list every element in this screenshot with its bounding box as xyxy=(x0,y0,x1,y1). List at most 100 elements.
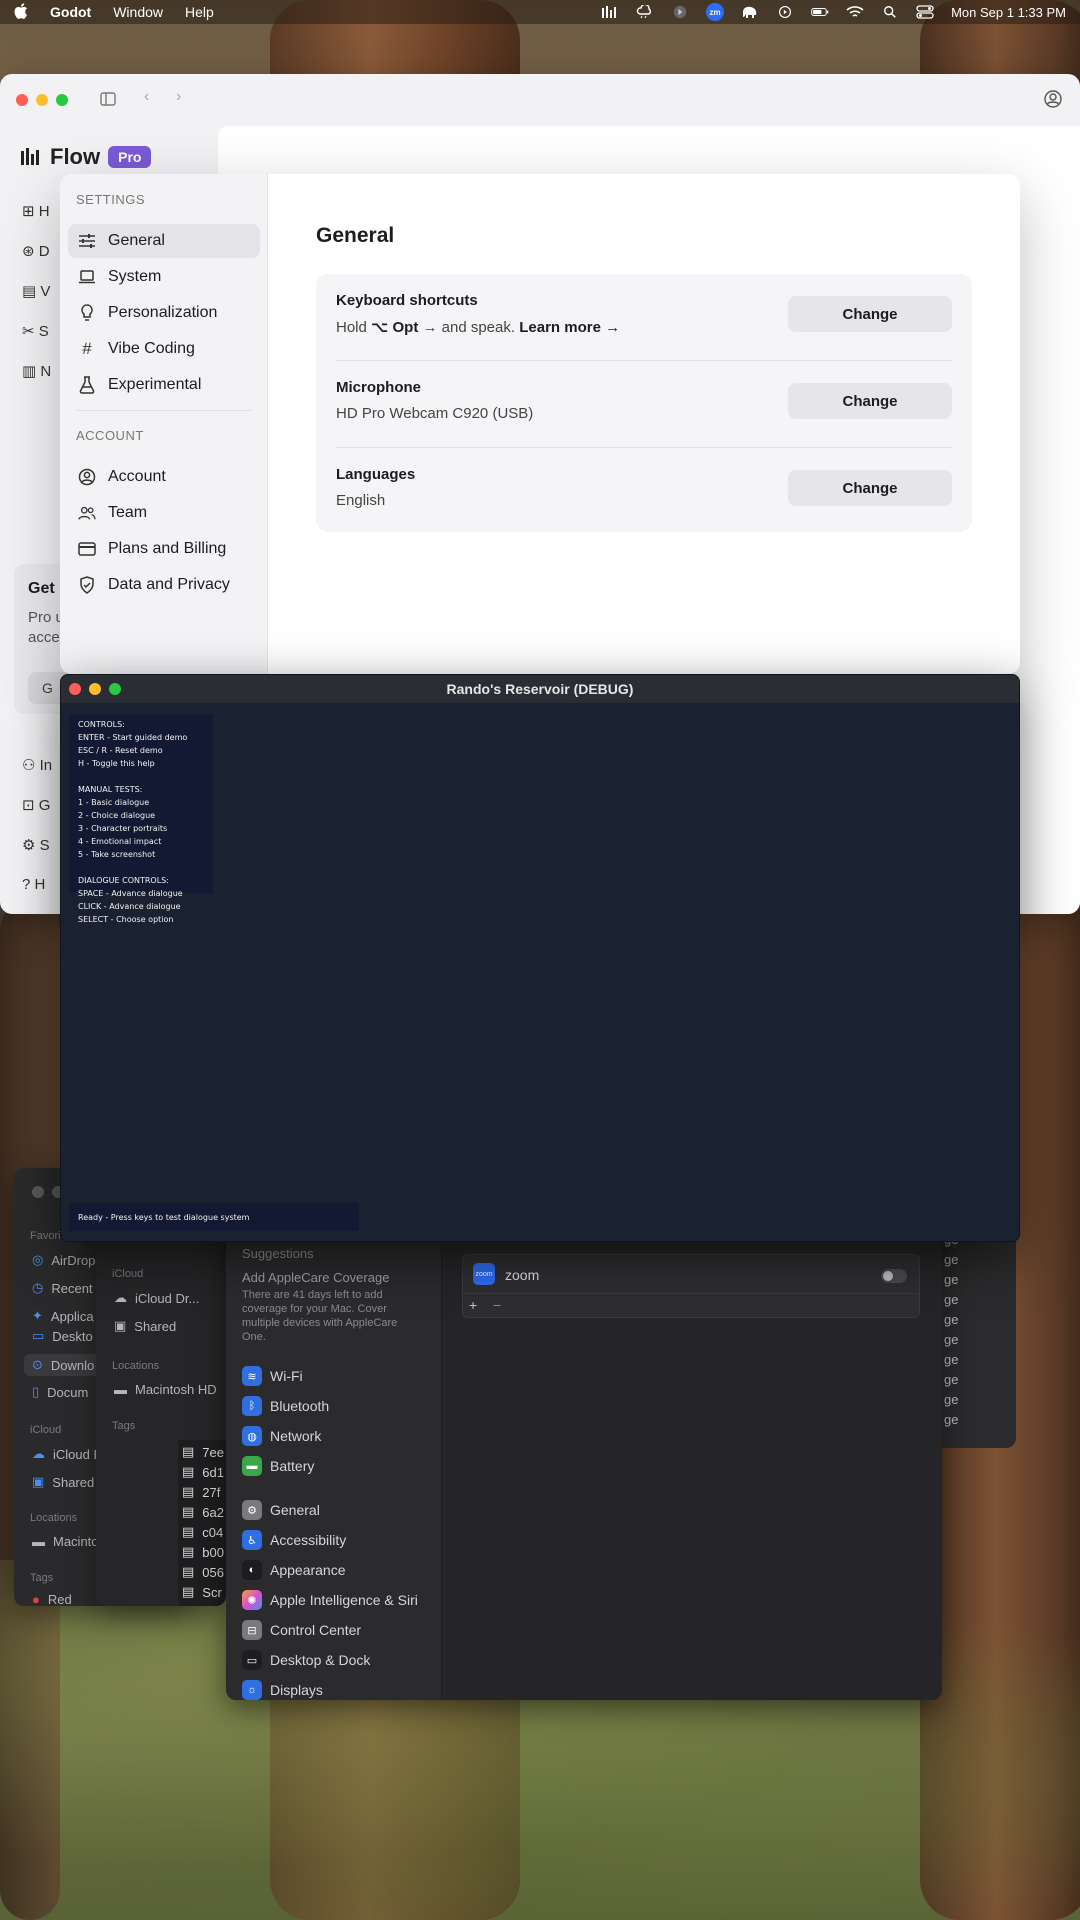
learn-more-link[interactable]: Learn more → xyxy=(519,319,620,336)
list-item[interactable]: ge xyxy=(944,1372,958,1387)
close-button[interactable] xyxy=(32,1186,44,1198)
sidebar-item-appearance[interactable]: ◐ Appearance xyxy=(242,1560,346,1580)
list-item[interactable]: ▤ c04 xyxy=(182,1524,223,1540)
sidebar-item-recent[interactable]: ◷ Recent xyxy=(32,1280,93,1296)
sidebar-item-help[interactable]: ? H xyxy=(22,876,45,893)
list-item[interactable]: ge xyxy=(944,1292,958,1307)
cloud-icon: ☁ xyxy=(114,1290,127,1305)
play-icon[interactable] xyxy=(776,5,794,19)
list-item[interactable]: ▤ Scr xyxy=(182,1584,222,1600)
change-shortcut-button[interactable]: Change xyxy=(788,296,952,332)
apple-menu-icon[interactable] xyxy=(14,2,28,22)
sidebar-item-network[interactable]: ◍ Network xyxy=(242,1426,321,1446)
nav-item-personalization[interactable]: Personalization xyxy=(68,296,260,330)
list-item[interactable]: ▤ b00 xyxy=(182,1544,224,1560)
sidebar-item-documents[interactable]: ▯ Docum xyxy=(32,1384,88,1400)
forward-arrow-icon[interactable]: › xyxy=(176,88,181,106)
file-name: 27f xyxy=(202,1484,221,1500)
applecare-title[interactable]: Add AppleCare Coverage xyxy=(242,1270,389,1285)
list-item[interactable]: ▤ 056 xyxy=(182,1564,224,1580)
list-item[interactable]: ge xyxy=(944,1392,958,1407)
app-menu[interactable]: Godot xyxy=(50,4,91,20)
window-menu[interactable]: Window xyxy=(113,4,163,20)
sidebar-item-battery[interactable]: ▬ Battery xyxy=(242,1456,314,1476)
zoom-icon[interactable]: zm xyxy=(706,3,725,21)
nav-item-experimental[interactable]: Experimental xyxy=(68,368,260,402)
wifi-icon[interactable] xyxy=(846,5,864,19)
sidebar-toggle-icon[interactable] xyxy=(100,92,116,106)
sidebar-item-bluetooth[interactable]: ᛒ Bluetooth xyxy=(242,1396,329,1416)
sidebar-item-shared[interactable]: ▣ Shared xyxy=(114,1318,176,1334)
sidebar-item-control-center[interactable]: ⊟ Control Center xyxy=(242,1620,361,1640)
control-center-icon[interactable] xyxy=(916,5,934,19)
search-icon[interactable] xyxy=(881,5,899,19)
sidebar-item-desktop[interactable]: ▭ Deskto xyxy=(32,1328,93,1344)
battery-icon[interactable] xyxy=(811,5,829,19)
sidebar-item-invite[interactable]: ⚇ In xyxy=(22,756,52,774)
sidebar-item-v[interactable]: ▤ V xyxy=(22,282,50,300)
sidebar-item-home[interactable]: ⊞ H xyxy=(22,202,50,220)
nav-item-account[interactable]: Account xyxy=(68,460,260,494)
list-item[interactable]: ge xyxy=(944,1252,958,1267)
sidebar-item-general[interactable]: ⚙ General xyxy=(242,1500,320,1520)
nav-item-vibe-coding[interactable]: # Vibe Coding xyxy=(68,332,260,366)
sidebar-item-apple-intelligence[interactable]: ✺ Apple Intelligence & Siri xyxy=(242,1590,418,1610)
siri-icon: ✺ xyxy=(242,1590,262,1610)
sidebar-item-shared[interactable]: ▣ Shared xyxy=(32,1474,94,1490)
elephant-icon[interactable] xyxy=(741,5,759,19)
sidebar-item-snippets[interactable]: ✂ S xyxy=(22,322,49,340)
status-panel: Ready - Press keys to test dialogue syst… xyxy=(69,1203,359,1231)
menubar-clock[interactable]: Mon Sep 1 1:33 PM xyxy=(951,5,1066,20)
list-item[interactable]: ge xyxy=(944,1332,958,1347)
list-item[interactable]: ge xyxy=(944,1312,958,1327)
add-button[interactable]: + xyxy=(469,1297,477,1313)
sidebar-item-tag-red[interactable]: ● Red xyxy=(32,1592,72,1606)
sidebar-item-icloud-drive[interactable]: ☁ iCloud Dr... xyxy=(114,1290,199,1306)
remove-button[interactable]: − xyxy=(493,1297,501,1313)
sidebar-item-dictionary[interactable]: ⊛ D xyxy=(22,242,50,260)
zoom-toggle[interactable] xyxy=(881,1269,907,1283)
nav-item-team[interactable]: Team xyxy=(68,496,260,530)
chart-bars-icon[interactable] xyxy=(601,5,619,19)
sidebar-item-wifi[interactable]: ≋ Wi-Fi xyxy=(242,1366,303,1386)
applications-icon: ✦ xyxy=(32,1308,43,1323)
list-item[interactable]: ▤ 7ee xyxy=(182,1444,224,1460)
close-button[interactable] xyxy=(69,683,81,695)
list-item[interactable]: ge xyxy=(944,1412,958,1427)
list-item[interactable]: ▤ 6d1 xyxy=(182,1464,224,1480)
sidebar-item-airdrop[interactable]: ◎ AirDrop xyxy=(32,1252,95,1268)
play-circle-icon[interactable] xyxy=(671,5,689,19)
locations-label: Locations xyxy=(30,1512,78,1524)
minimize-button[interactable] xyxy=(89,683,101,695)
close-button[interactable] xyxy=(16,94,28,106)
change-languages-button[interactable]: Change xyxy=(788,470,952,506)
sidebar-item-macintosh-hd[interactable]: ▬ Macintosh HD xyxy=(114,1382,217,1397)
list-item[interactable]: ▤ 6a2 xyxy=(182,1504,224,1520)
sidebar-item-displays[interactable]: ☼ Displays xyxy=(242,1680,323,1700)
help-line: 5 - Take screenshot xyxy=(78,850,156,859)
list-item[interactable]: ge xyxy=(944,1272,958,1287)
minimize-button[interactable] xyxy=(36,94,48,106)
zoom-button[interactable] xyxy=(56,94,68,106)
sidebar-item-gift[interactable]: ⊡ G xyxy=(22,796,50,814)
profile-icon[interactable] xyxy=(1044,90,1062,108)
change-microphone-button[interactable]: Change xyxy=(788,383,952,419)
zoom-button[interactable] xyxy=(109,683,121,695)
list-item[interactable]: ge xyxy=(944,1352,958,1367)
battery-icon: ▬ xyxy=(242,1456,262,1476)
back-arrow-icon[interactable]: ‹ xyxy=(144,88,149,106)
nav-item-general[interactable]: General xyxy=(68,224,260,258)
gear-icon: ⚙ xyxy=(242,1500,262,1520)
list-item[interactable]: ▤ 27f xyxy=(182,1484,220,1500)
cloud-rain-icon[interactable] xyxy=(636,5,654,19)
nav-item-system[interactable]: System xyxy=(68,260,260,294)
sidebar-item-notes[interactable]: ▥ N xyxy=(22,362,51,380)
sidebar-item-applications[interactable]: ✦ Applica xyxy=(32,1308,94,1324)
sidebar-item-desktop-dock[interactable]: ▭ Desktop & Dock xyxy=(242,1650,370,1670)
sidebar-item-accessibility[interactable]: ♿ Accessibility xyxy=(242,1530,346,1550)
settings-dialog: SETTINGS General System Personalization … xyxy=(60,174,1020,674)
sidebar-item-settings[interactable]: ⚙ S xyxy=(22,836,50,854)
nav-item-plans-billing[interactable]: Plans and Billing xyxy=(68,532,260,566)
help-menu[interactable]: Help xyxy=(185,4,214,20)
nav-item-data-privacy[interactable]: Data and Privacy xyxy=(68,568,260,602)
